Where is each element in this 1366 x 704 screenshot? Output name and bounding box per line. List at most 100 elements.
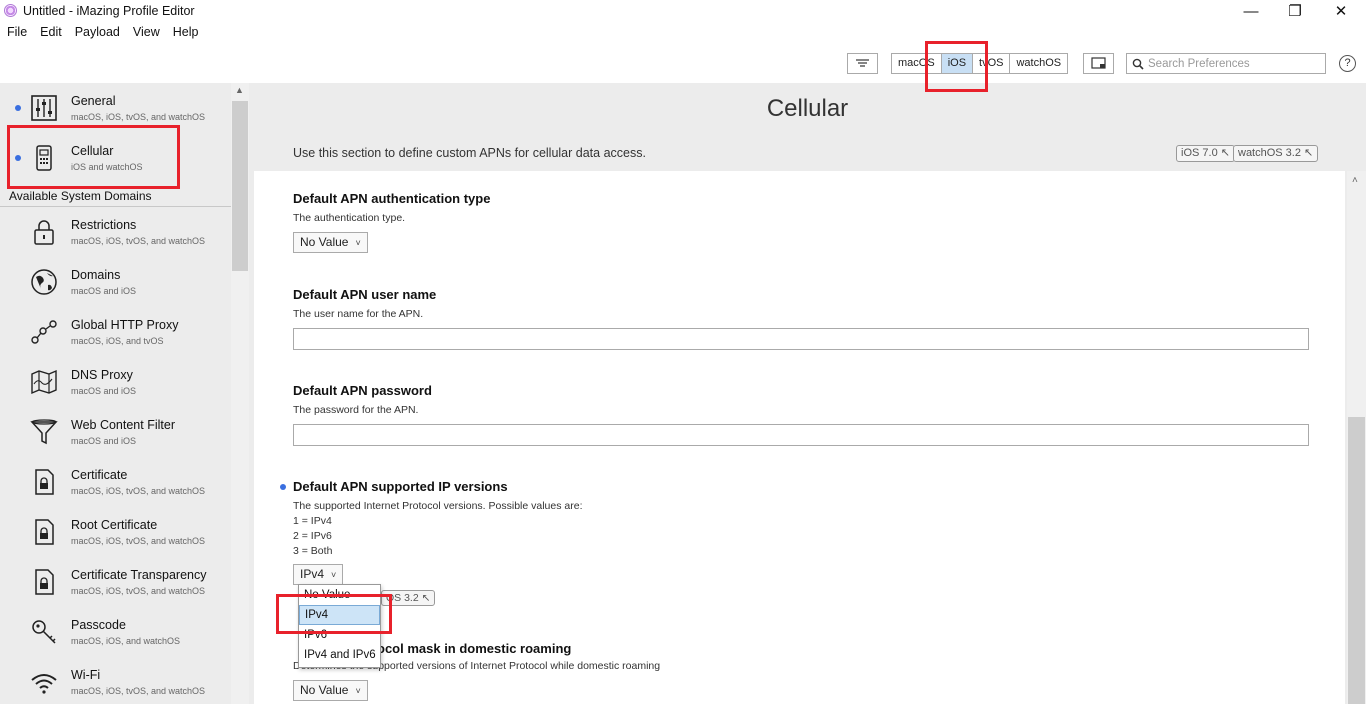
sidebar-item-platforms: macOS, iOS, tvOS, and watchOS (71, 236, 206, 246)
sidebar-item-dns-proxy[interactable]: DNS Proxy macOS and iOS (0, 357, 231, 407)
ip-versions-select[interactable]: IPv4 ˅ (293, 564, 344, 585)
domestic-roaming-select[interactable]: No Value ˅ (293, 680, 368, 701)
dropdown-option-ipv4-and-ipv6[interactable]: IPv4 and IPv6 (299, 645, 380, 665)
sidebar-scrollbar[interactable]: ▲ (231, 83, 249, 704)
sidebar-item-label: Global HTTP Proxy (71, 318, 179, 332)
sidebar-item-passcode[interactable]: Passcode macOS, iOS, and watchOS (0, 607, 231, 657)
title-bar: Untitled - iMazing Profile Editor — ❐ ✕ (0, 0, 1366, 22)
password-input[interactable] (293, 424, 1309, 446)
app-icon (4, 4, 17, 17)
settings-content: Default APN authentication type The auth… (254, 171, 1345, 704)
sidebar-item-certificate-transparency[interactable]: Certificate Transparency macOS, iOS, tvO… (0, 557, 231, 607)
dropdown-option-ipv6[interactable]: IPv6 (299, 625, 380, 645)
settings-area: Default APN authentication type The auth… (249, 171, 1366, 704)
chevron-down-icon: ˅ (355, 238, 361, 248)
configured-dot (15, 105, 21, 111)
sidebar-item-global-http-proxy[interactable]: Global HTTP Proxy macOS, iOS, and tvOS (0, 307, 231, 357)
dropdown-option-ipv4[interactable]: IPv4 (299, 605, 380, 625)
search-field[interactable] (1126, 53, 1326, 74)
certificate-transparency-icon (35, 569, 54, 595)
field-description: Determines the supported versions of Int… (293, 660, 661, 672)
search-input[interactable] (1148, 55, 1322, 72)
globe-icon (31, 269, 57, 295)
menu-bar: File Edit Payload View Help (0, 23, 204, 41)
field-title: Default APN supported IP versions (293, 479, 508, 494)
sidebar-item-general[interactable]: General macOS, iOS, tvOS, and watchOS (0, 83, 231, 133)
menu-help[interactable]: Help (166, 23, 205, 41)
menu-file[interactable]: File (0, 23, 33, 41)
platform-tvos[interactable]: tvOS (973, 54, 1011, 73)
main-scroll-thumb[interactable] (1348, 417, 1365, 704)
sidebar-item-label: Root Certificate (71, 518, 158, 532)
section-description: Use this section to define custom APNs f… (293, 146, 646, 160)
configured-dot (280, 484, 286, 490)
sidebar-scroll-thumb[interactable] (232, 101, 248, 271)
configured-dot (15, 155, 21, 161)
field-description: The user name for the APN. (293, 308, 424, 320)
minimize-button[interactable]: — (1228, 0, 1274, 22)
dropdown-option-no-value[interactable]: No Value (299, 585, 380, 605)
domains-header: Available System Domains (9, 189, 152, 203)
menu-payload[interactable]: Payload (68, 23, 126, 41)
platform-selector: macOS iOS tvOS watchOS (891, 53, 1069, 74)
certificate-icon (35, 469, 54, 495)
key-icon (32, 620, 56, 644)
chevron-down-icon: ˅ (331, 570, 337, 580)
ios-version-badge[interactable]: iOS 7.0 ↖ (1176, 145, 1235, 162)
chevron-down-icon: ˅ (355, 686, 361, 696)
field-title: Default APN password (293, 383, 432, 398)
user-name-input[interactable] (293, 328, 1309, 350)
maximize-button[interactable]: ❐ (1272, 0, 1318, 22)
sidebar-item-label: Cellular (71, 144, 114, 158)
sidebar-item-domains[interactable]: Domains macOS and iOS (0, 257, 231, 307)
field-domestic-roaming: ocol mask in domestic roaming Determines… (293, 641, 1313, 701)
auth-type-select[interactable]: No Value ˅ (293, 232, 368, 253)
field-title: Default APN user name (293, 287, 437, 302)
sidebar-item-label: DNS Proxy (71, 368, 133, 382)
sidebar-item-wifi[interactable]: Wi-Fi macOS, iOS, tvOS, and watchOS (0, 657, 231, 704)
sidebar-item-platforms: macOS, iOS, tvOS, and watchOS (71, 686, 206, 696)
field-description: The authentication type. (293, 212, 406, 224)
section-header: Cellular Use this section to define cust… (249, 83, 1366, 171)
sidebar-item-label: General (71, 94, 116, 108)
sidebar-item-label: Certificate (71, 468, 128, 482)
field-ip-versions: Default APN supported IP versions The su… (280, 479, 1313, 585)
sidebar-item-label: Wi-Fi (71, 668, 101, 682)
sidebar-item-cellular[interactable]: Cellular iOS and watchOS (0, 133, 231, 183)
field-description: The password for the APN. (293, 404, 419, 416)
watchos-version-badge[interactable]: watchOS 3.2 ↖ (1233, 145, 1319, 162)
funnel-icon (30, 419, 58, 445)
sidebar-item-web-content-filter[interactable]: Web Content Filter macOS and iOS (0, 407, 231, 457)
search-icon (1132, 58, 1144, 70)
sidebar-item-platforms: macOS, iOS, tvOS, and watchOS (71, 586, 206, 596)
sidebar-item-label: Domains (71, 268, 121, 282)
field-user-name: Default APN user name The user name for … (293, 287, 1313, 350)
watchos-badge-partial[interactable]: OS 3.2 ↖ (381, 590, 436, 606)
platform-ios[interactable]: iOS (941, 54, 974, 73)
filter-lines-icon (856, 59, 869, 67)
sidebar-item-certificate[interactable]: Certificate macOS, iOS, tvOS, and watchO… (0, 457, 231, 507)
device-button[interactable] (1083, 53, 1114, 74)
scroll-up-icon[interactable]: ▲ (235, 85, 244, 95)
sidebar-item-platforms: macOS, iOS, and watchOS (71, 636, 181, 646)
menu-view[interactable]: View (126, 23, 166, 41)
scroll-up-icon[interactable]: ˄ (1352, 175, 1358, 186)
sidebar-item-label: Restrictions (71, 218, 137, 232)
wifi-icon (31, 674, 57, 694)
menu-edit[interactable]: Edit (33, 23, 68, 41)
platform-watchos[interactable]: watchOS (1010, 54, 1067, 73)
platform-macos[interactable]: macOS (892, 54, 942, 73)
sidebar-item-label: Web Content Filter (71, 418, 175, 432)
sidebar-item-platforms: macOS, iOS, tvOS, and watchOS (71, 486, 206, 496)
filter-button[interactable] (847, 53, 878, 74)
sidebar-item-restrictions[interactable]: Restrictions macOS, iOS, tvOS, and watch… (0, 207, 231, 257)
close-button[interactable]: ✕ (1318, 0, 1364, 22)
sidebar-item-root-certificate[interactable]: Root Certificate macOS, iOS, tvOS, and w… (0, 507, 231, 557)
device-icon (1091, 57, 1106, 69)
arrow-icon: ↖ (421, 592, 431, 604)
sidebar-item-platforms: macOS, iOS, and tvOS (71, 336, 164, 346)
sidebar-item-platforms: macOS and iOS (71, 286, 137, 296)
help-button[interactable]: ? (1339, 55, 1356, 72)
main-scrollbar[interactable]: ˄ (1347, 171, 1366, 704)
window-title: Untitled - iMazing Profile Editor (23, 4, 195, 18)
